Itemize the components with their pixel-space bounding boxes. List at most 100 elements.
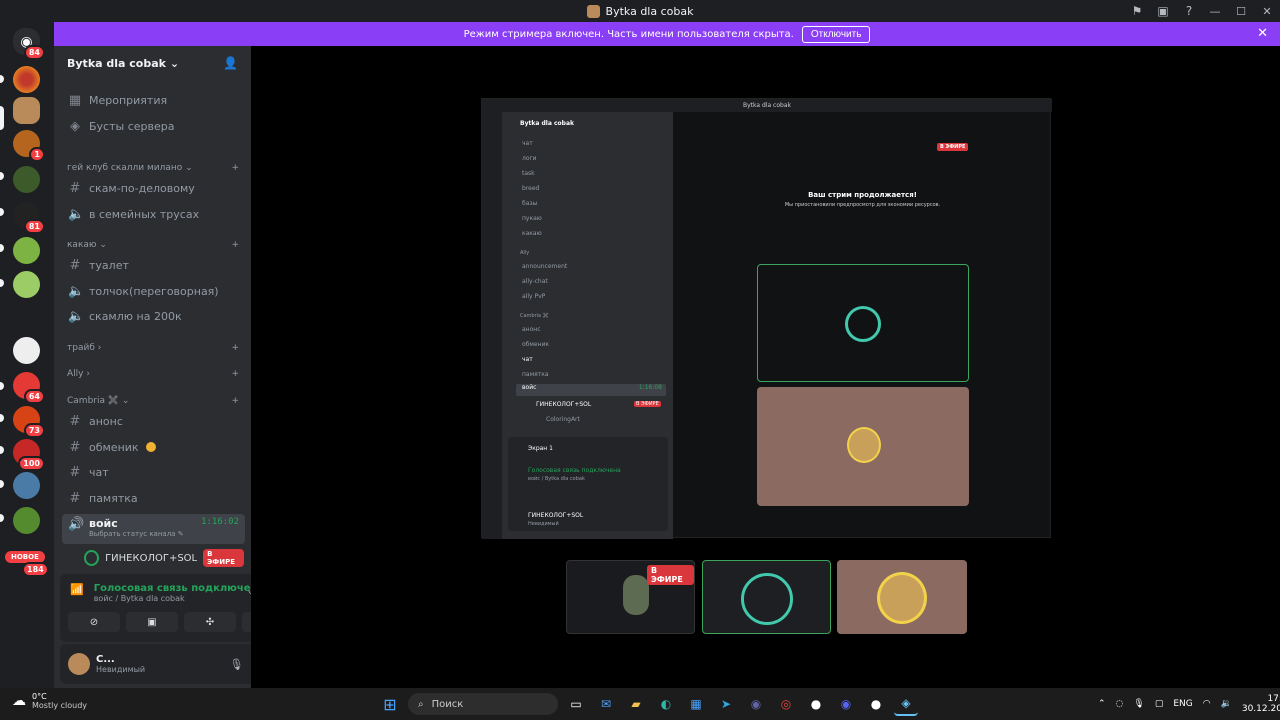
category-header[interactable]: гей клуб скалли милано ⌄ + xyxy=(67,163,239,173)
channel-text[interactable]: # туалет xyxy=(62,254,245,276)
server-icon-8[interactable] xyxy=(13,337,40,364)
volume-icon[interactable]: 🔉 xyxy=(1221,699,1232,709)
channel-voice[interactable]: 🔈 в семейных трусах xyxy=(62,203,245,225)
tray-app-icon[interactable]: ▢ xyxy=(1155,699,1164,709)
channel-voice[interactable]: 🔈 толчок(переговорная) xyxy=(62,280,245,302)
network-icon[interactable]: ◌ xyxy=(1116,699,1124,709)
minimize-button[interactable]: — xyxy=(1202,0,1228,22)
app-icon-2[interactable]: ● xyxy=(864,692,888,716)
language-indicator[interactable]: ENG xyxy=(1173,699,1192,709)
steam-icon[interactable]: ◈ xyxy=(894,692,918,716)
home-button[interactable]: ◉ 84 xyxy=(13,28,45,60)
channel-text[interactable]: # скам-по-деловому xyxy=(62,177,245,199)
add-channel-icon[interactable]: + xyxy=(231,369,239,379)
add-channel-icon[interactable]: + xyxy=(231,240,239,250)
wifi-icon[interactable]: ◠ xyxy=(1203,699,1211,709)
stream-stage[interactable]: Bytka dla cobak Bytka dla cobak чат логи… xyxy=(251,46,1280,688)
outlook-icon[interactable]: ✉ xyxy=(594,692,618,716)
close-icon[interactable]: ✕ xyxy=(1257,26,1268,41)
server-icon-11[interactable]: 100 xyxy=(13,439,45,471)
search-icon: ⌕ xyxy=(418,698,424,710)
channel-text[interactable]: # памятка xyxy=(62,487,245,509)
voice-status[interactable]: Голосовая связь подключена xyxy=(94,583,265,594)
task-view-icon[interactable]: ▭ xyxy=(564,692,588,716)
edge-icon[interactable]: ◐ xyxy=(654,692,678,716)
start-button[interactable]: ⊞ xyxy=(378,692,402,716)
chrome-icon[interactable]: ◎ xyxy=(774,692,798,716)
screen-share-button[interactable]: ▣ xyxy=(126,612,178,632)
server-icon-13[interactable] xyxy=(13,507,40,534)
weather-widget[interactable]: ☁ 0°C Mostly cloudy xyxy=(12,692,87,710)
avatar[interactable] xyxy=(68,653,90,675)
activities-icon: ✣ xyxy=(205,616,215,628)
category-header[interactable]: Ally › + xyxy=(67,369,239,379)
channel-name: чат xyxy=(89,465,109,479)
microphone-icon[interactable]: 🎙 xyxy=(229,658,243,671)
maximize-button[interactable]: ☐ xyxy=(1228,0,1254,22)
add-member-icon[interactable]: 👤 xyxy=(223,56,238,70)
microphone-tray-icon[interactable]: 🎙 xyxy=(1133,699,1144,709)
server-icon-9[interactable]: 64 xyxy=(13,372,45,404)
voice-participant[interactable]: ГИНЕКОЛОГ+SOL В ЭФИРЕ xyxy=(84,549,244,567)
camera-off-button[interactable]: ⊘ xyxy=(68,612,120,632)
app-icon[interactable]: ● xyxy=(804,692,828,716)
channel-text[interactable]: # анонс xyxy=(62,410,245,432)
inner-channel: логи xyxy=(522,155,537,162)
close-window-button[interactable]: ✕ xyxy=(1254,0,1280,22)
flag-icon[interactable]: ⚑ xyxy=(1124,0,1150,22)
server-icon-10[interactable]: 73 xyxy=(13,406,45,438)
cloud-icon: ☁ xyxy=(12,693,26,709)
add-channel-icon[interactable]: + xyxy=(231,163,239,173)
category-header[interactable]: Cambria ✖️ ⌄ + xyxy=(67,396,239,406)
user-status: Невидимый xyxy=(96,665,146,674)
events-item[interactable]: ▦ Мероприятия xyxy=(62,89,245,111)
disable-streamer-button[interactable]: Отключить xyxy=(801,25,871,43)
server-badge: 73 xyxy=(23,423,45,438)
inbox-icon[interactable]: ▣ xyxy=(1150,0,1176,22)
teams-icon[interactable]: ◉ xyxy=(744,692,768,716)
channel-text[interactable]: # чат xyxy=(62,461,245,483)
signal-icon[interactable]: 📶 xyxy=(70,583,84,596)
chevron-up-icon[interactable]: ⌃ xyxy=(1098,699,1106,709)
screen-share-icon: ▣ xyxy=(147,616,157,628)
active-voice-channel[interactable]: 🔊 войс 1:16:02 Выбрать статус канала ✎ xyxy=(62,514,245,544)
channel-status-input[interactable]: Выбрать статус канала ✎ xyxy=(89,530,245,538)
add-channel-icon[interactable]: + xyxy=(231,396,239,406)
channel-text[interactable]: # обменик xyxy=(62,436,245,458)
category-name: трайб xyxy=(67,343,95,353)
activities-button[interactable]: ✣ xyxy=(184,612,236,632)
inner-channel: breed xyxy=(522,185,540,192)
title-bar: Bytka dla cobak ⚑ ▣ ? — ☐ ✕ xyxy=(0,0,1280,22)
inner-channel: ally PvP xyxy=(522,293,546,300)
stream-video[interactable]: Bytka dla cobak Bytka dla cobak чат логи… xyxy=(481,98,1052,539)
voice-channel-link[interactable]: войс / Bytka dla cobak xyxy=(94,594,265,603)
participant-tile-selected[interactable] xyxy=(702,560,831,634)
inner-channel: какаю xyxy=(522,230,542,237)
server-icon-1[interactable] xyxy=(13,66,40,93)
discord-icon[interactable]: ◉ xyxy=(834,692,858,716)
channel-voice[interactable]: 🔈 скамлю на 200к xyxy=(62,305,245,327)
participant-tile[interactable] xyxy=(837,560,967,634)
server-header[interactable]: Bytka dla cobak ⌄ 👤 xyxy=(54,46,251,80)
search-box[interactable]: ⌕ Поиск xyxy=(408,693,558,715)
add-channel-icon[interactable]: + xyxy=(231,343,239,353)
server-icon-7[interactable] xyxy=(13,271,40,298)
server-icon-bytka[interactable] xyxy=(13,97,40,124)
emoji-icon xyxy=(145,442,156,452)
category-header[interactable]: какаю ⌄ + xyxy=(67,240,239,250)
server-icon-12[interactable] xyxy=(13,472,40,499)
clock[interactable]: 17:02 30.12.2025 xyxy=(1242,694,1280,714)
server-icon-6[interactable] xyxy=(13,237,40,264)
category-header[interactable]: трайб › + xyxy=(67,343,239,353)
server-icon-3[interactable]: 1 xyxy=(13,130,45,162)
stream-thumbnail-tile[interactable]: В ЭФИРЕ xyxy=(566,560,695,634)
boosts-item[interactable]: ◈ Бусты сервера xyxy=(62,115,245,137)
server-icon-5[interactable]: 81 xyxy=(13,202,45,234)
help-icon[interactable]: ? xyxy=(1176,0,1202,22)
server-icon-4[interactable] xyxy=(13,166,40,193)
inner-user-status: Невидимый xyxy=(528,521,559,527)
telegram-icon[interactable]: ➤ xyxy=(714,692,738,716)
store-icon[interactable]: ▦ xyxy=(684,692,708,716)
file-explorer-icon[interactable]: ▰ xyxy=(624,692,648,716)
inner-channel: памятка xyxy=(522,371,549,378)
